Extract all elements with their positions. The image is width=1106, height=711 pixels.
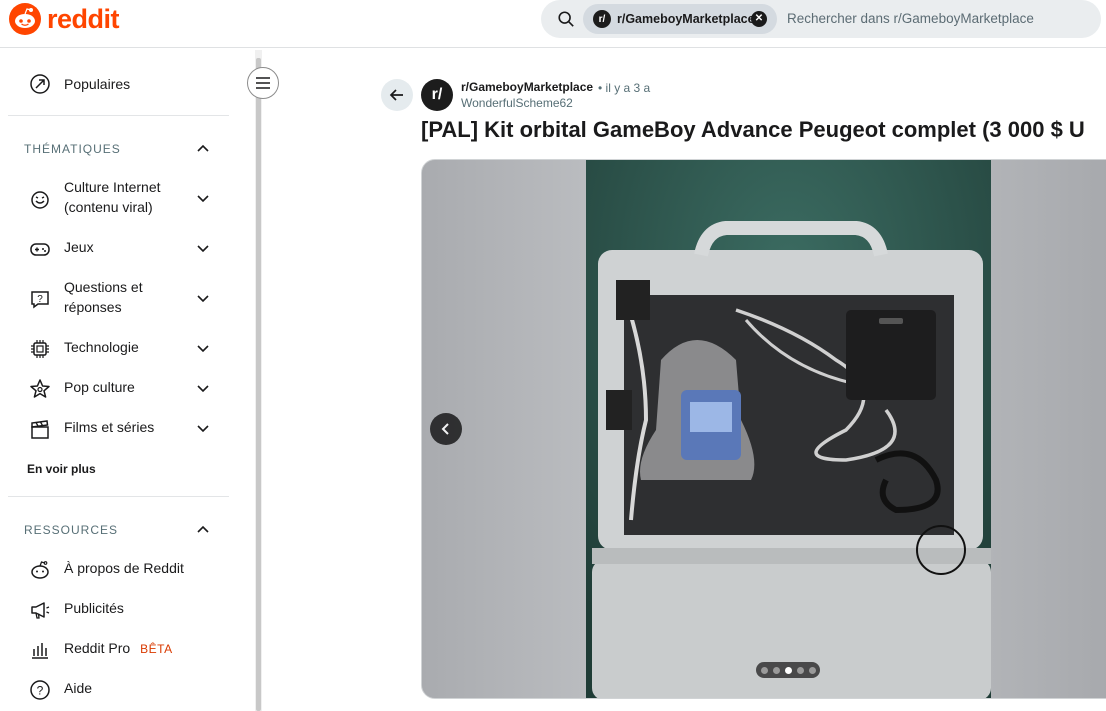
sidebar-item-pop-culture[interactable]: Pop culture [28,377,135,401]
post-timestamp: • il y a 3 a [598,81,651,95]
arrow-left-icon [389,89,403,101]
gallery-dot[interactable] [808,666,816,674]
top-header: reddit r/ r/GameboyMarketplace ✕ Recherc… [0,0,1106,48]
beta-badge: BÊTA [140,642,173,656]
section-title-ressources: RESSOURCES [24,523,119,537]
svg-text:?: ? [37,684,44,698]
star-icon [28,377,52,401]
sidebar-item-internet-culture[interactable]: Culture Internet (contenu viral) [28,179,161,215]
popular-icon [28,72,52,96]
chip-icon [28,337,52,361]
sidebar-item-label: Jeux [64,239,94,255]
search-icon [558,11,574,27]
sidebar-item-about-reddit[interactable]: À propos de Reddit [28,558,184,582]
reddit-logo[interactable]: reddit [9,3,120,35]
sidebar-item-label: Populaires [64,76,131,92]
sidebar-item-qa[interactable]: ? Questions et réponses [28,279,143,315]
subreddit-chip-avatar: r/ [593,10,611,28]
chevron-down-icon[interactable] [196,291,210,305]
chevron-down-icon[interactable] [196,241,210,255]
search-bar[interactable]: r/ r/GameboyMarketplace ✕ Rechercher dan… [541,0,1101,38]
gallery-dot-active[interactable] [784,666,792,674]
sidebar-item-reddit-pro[interactable]: Reddit Pro BÊTA [28,638,172,662]
sidebar-scrollbar-thumb[interactable] [256,58,261,711]
divider [8,115,229,116]
subreddit-avatar[interactable]: r/ [421,79,453,111]
chevron-left-icon [441,423,449,435]
search-input[interactable]: Rechercher dans r/GameboyMarketplace [787,11,1034,26]
sidebar-item-label: Questions et [64,279,143,295]
sidebar-item-movies-tv[interactable]: Films et séries [28,417,154,441]
sidebar-item-label-group: Reddit Pro BÊTA [64,638,173,659]
internet-culture-icon [28,187,52,211]
question-bubble-icon: ? [28,287,52,311]
sidebar-item-label: Reddit Pro [64,640,131,656]
section-title-thematiques: THÉMATIQUES [24,142,121,156]
see-more-link[interactable]: En voir plus [27,462,96,476]
help-icon: ? [28,678,52,702]
chevron-down-icon[interactable] [196,341,210,355]
gallery-pagination-dots [756,662,820,678]
divider [8,496,229,497]
sidebar-item-label: Culture Internet [64,179,161,195]
subreddit-chip-label: r/GameboyMarketplace [617,12,755,26]
sidebar-item-label: Publicités [64,600,124,616]
gamepad-icon [28,237,52,261]
sidebar-item-label: Technologie [64,339,139,355]
post-image[interactable] [586,160,991,698]
post-author-link[interactable]: WonderfulScheme62 [461,96,573,110]
svg-text:?: ? [37,294,43,305]
chevron-up-icon[interactable] [196,523,210,537]
sidebar-item-games[interactable]: Jeux [28,237,94,261]
reddit-wordmark: reddit [47,3,120,34]
gallery-dot[interactable] [796,666,804,674]
sidebar-toggle-button[interactable] [247,67,279,99]
chevron-down-icon[interactable] [196,381,210,395]
back-button[interactable] [381,79,413,111]
left-sidebar: Populaires THÉMATIQUES Culture Internet … [0,48,262,711]
sidebar-item-label: Films et séries [64,419,155,435]
gallery-dot[interactable] [772,666,780,674]
chevron-down-icon[interactable] [196,191,210,205]
sidebar-item-technology[interactable]: Technologie [28,337,139,361]
sidebar-item-help[interactable]: ? Aide [28,678,92,702]
chevron-down-icon[interactable] [196,421,210,435]
sidebar-item-label: Pop culture [64,379,135,395]
clapperboard-icon [28,417,52,441]
post-title: [PAL] Kit orbital GameBoy Advance Peugeo… [421,117,1085,142]
subreddit-link[interactable]: r/GameboyMarketplace [461,80,593,94]
reddit-icon [28,558,52,582]
chevron-up-icon[interactable] [196,142,210,156]
sidebar-item-label: À propos de Reddit [64,560,184,576]
megaphone-icon [28,598,52,622]
sidebar-item-label: Aide [64,680,93,696]
reddit-snoo-icon [9,3,41,35]
sidebar-item-label-line2: réponses [64,299,122,315]
subreddit-search-chip[interactable]: r/ r/GameboyMarketplace ✕ [583,4,777,34]
sidebar-item-advertising[interactable]: Publicités [28,598,124,622]
gallery-dot[interactable] [760,666,768,674]
image-gallery[interactable] [421,159,1106,699]
close-icon[interactable]: ✕ [751,11,767,27]
bar-chart-icon [28,638,52,662]
sidebar-item-popular[interactable]: Populaires [28,72,130,96]
menu-icon [256,77,270,89]
sidebar-item-label-line2: (contenu viral) [64,199,153,215]
gallery-previous-button[interactable] [430,413,462,445]
